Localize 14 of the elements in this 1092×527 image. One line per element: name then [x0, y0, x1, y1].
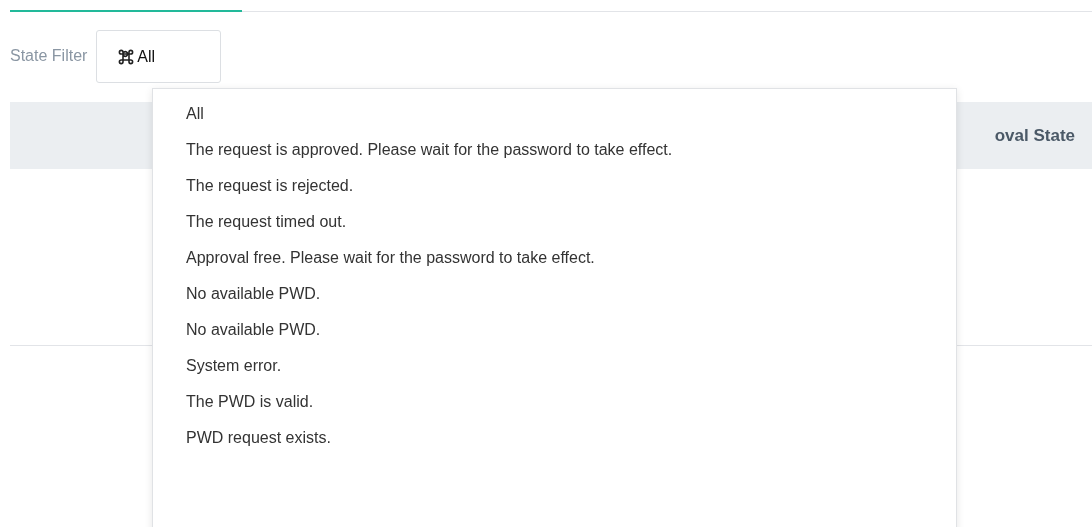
dropdown-option[interactable]: The PWD is valid.: [153, 384, 956, 420]
dropdown-option[interactable]: The request is rejected.: [153, 168, 956, 204]
dropdown-option[interactable]: PWD request exists.: [153, 420, 956, 456]
dropdown-option[interactable]: No available PWD.: [153, 312, 956, 348]
dropdown-option[interactable]: All: [153, 96, 956, 132]
dropdown-option[interactable]: No available PWD.: [153, 276, 956, 312]
state-filter-select[interactable]: All: [96, 30, 222, 83]
column-header: oval State: [994, 125, 1075, 146]
command-icon: [118, 48, 135, 65]
dropdown-option[interactable]: Approval free. Please wait for the password to take effect.: [153, 240, 956, 276]
dropdown-option[interactable]: The request is approved. Please wait for the password to take effect.: [153, 132, 956, 168]
filter-label: State Filter: [10, 46, 88, 65]
dropdown-option[interactable]: The request timed out.: [153, 204, 956, 240]
dropdown-option[interactable]: System error.: [153, 348, 956, 384]
